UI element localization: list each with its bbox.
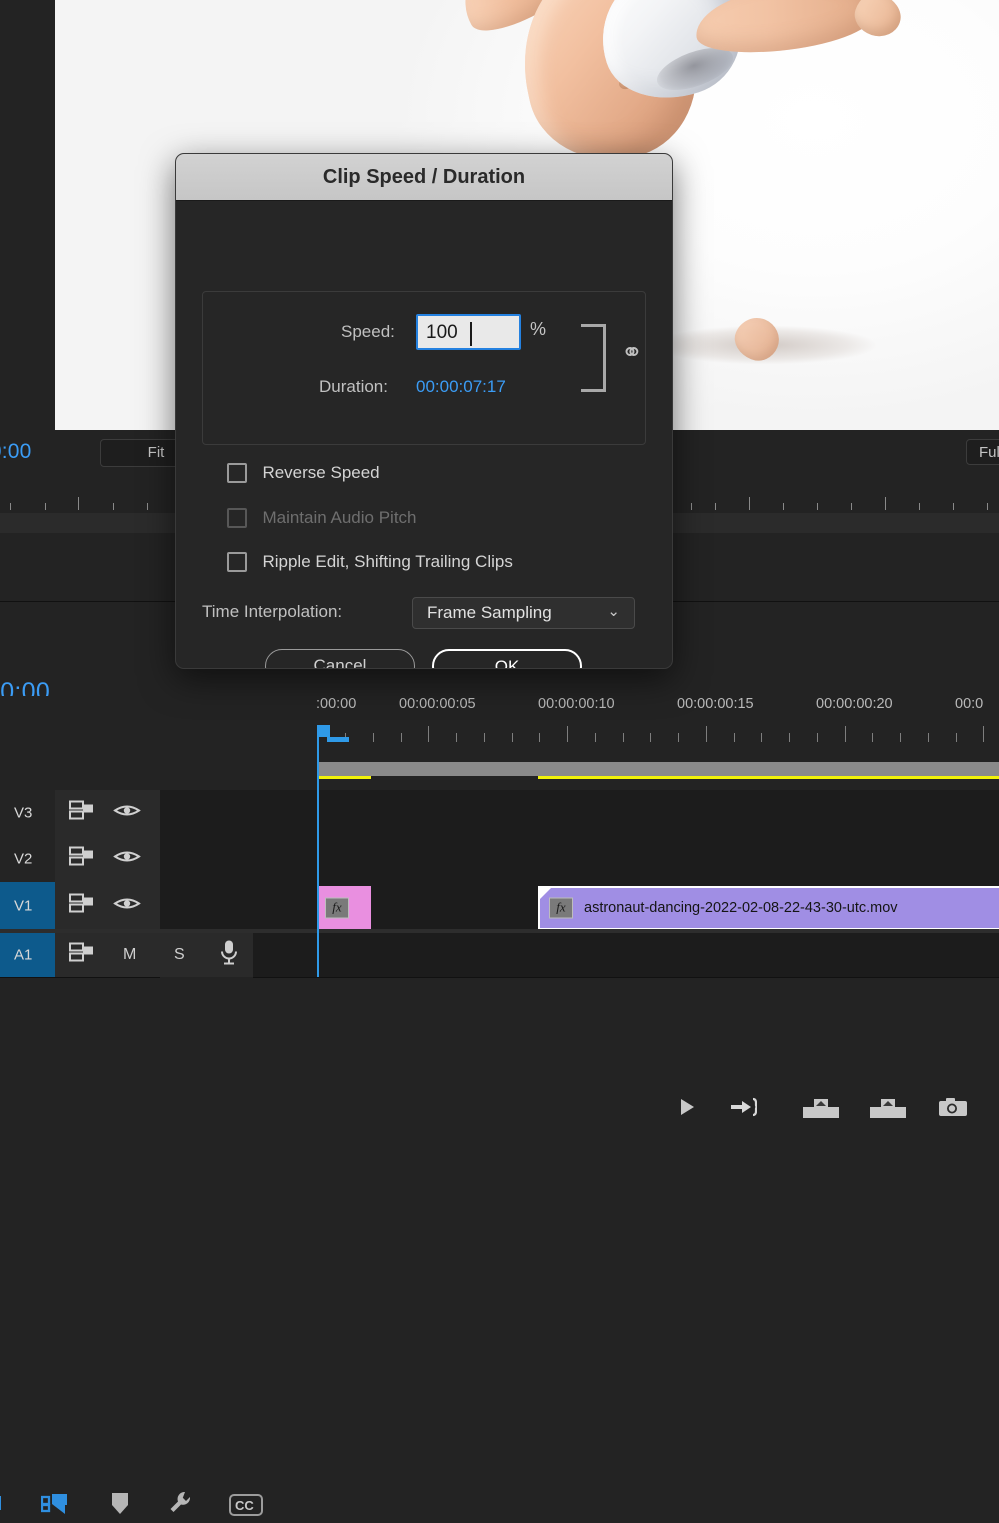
track-header-v3[interactable]: V3 <box>0 790 160 837</box>
track-body-v3[interactable] <box>160 790 999 837</box>
render-bar-segment <box>317 776 371 779</box>
closed-captions-icon[interactable]: CC <box>229 1494 263 1521</box>
time-interpolation-label: Time Interpolation: <box>202 602 343 621</box>
track-name-a1: A1 <box>14 946 33 964</box>
ruler-label: 00:00:00:10 <box>538 696 615 712</box>
speed-duration-group: Speed: 100 % Duration: 00:00:07:17 ⚭ <box>202 291 646 445</box>
text-caret <box>470 322 472 346</box>
ripple-edit-label: Ripple Edit, Shifting Trailing Clips <box>262 552 513 571</box>
link-bracket <box>581 324 606 392</box>
duration-value[interactable]: 00:00:07:17 <box>416 377 506 397</box>
reverse-speed-checkbox[interactable] <box>227 463 247 483</box>
track-lock-icon[interactable] <box>69 893 95 918</box>
toggle-output-eye-icon[interactable] <box>113 802 141 825</box>
ruler-label: 00:00:00:05 <box>399 696 476 712</box>
export-frame-to-out-icon[interactable] <box>729 1096 759 1123</box>
mute-track-button[interactable]: M <box>123 946 136 964</box>
track-lock-icon[interactable] <box>69 846 95 872</box>
dialog-title: Clip Speed / Duration <box>176 154 672 201</box>
playhead-handle[interactable] <box>317 725 351 752</box>
svg-text:CC: CC <box>235 1498 254 1513</box>
extract-icon[interactable] <box>866 1096 910 1125</box>
solo-track-button[interactable]: S <box>174 946 185 964</box>
track-header-v2[interactable]: V2 <box>0 836 160 883</box>
speed-input[interactable]: 100 <box>416 314 521 350</box>
playhead-line[interactable] <box>317 730 319 977</box>
timeline-toolbar: CC <box>0 744 300 1516</box>
left-panel-edge <box>0 0 55 430</box>
track-body-v1[interactable]: fx fx astronaut-dancing-2022-02-08-22-43… <box>160 882 999 930</box>
time-interpolation-row: Time Interpolation: Frame Sampling ⌄ <box>202 597 644 629</box>
clip-speed-duration-dialog: Clip Speed / Duration Speed: 100 % Durat… <box>175 153 673 669</box>
toggle-output-eye-icon[interactable] <box>113 894 141 917</box>
settings-wrench-icon[interactable] <box>168 1490 194 1521</box>
time-interpolation-select[interactable]: Frame Sampling ⌄ <box>412 597 635 629</box>
track-controls-v1 <box>55 882 160 929</box>
ripple-edit-checkbox[interactable] <box>227 552 247 572</box>
percent-label: % <box>530 319 547 339</box>
ripple-edit-checkbox-row[interactable]: Ripple Edit, Shifting Trailing Clips <box>227 552 513 572</box>
maintain-audio-pitch-checkbox <box>227 508 247 528</box>
track-name-v2: V2 <box>14 850 33 868</box>
track-controls-v3 <box>55 790 160 836</box>
clip-name-label: astronaut-dancing-2022-02-08-22-43-30-ut… <box>584 900 898 916</box>
linked-selection-icon[interactable] <box>0 1490 14 1521</box>
track-name-v1: V1 <box>14 897 33 914</box>
ok-button[interactable]: OK <box>432 649 582 668</box>
maintain-audio-pitch-checkbox-row: Maintain Audio Pitch <box>227 508 417 528</box>
ruler-label: 00:00:00:15 <box>677 696 754 712</box>
toggle-output-eye-icon[interactable] <box>113 848 141 871</box>
character-arm <box>728 311 786 367</box>
marker-icon[interactable] <box>109 1490 131 1521</box>
ruler-label: :00:00 <box>316 696 357 712</box>
duration-label: Duration: <box>319 377 388 396</box>
track-row-v1: V1 fx fx astronaut-dancing-2022-02-08-22… <box>0 882 999 930</box>
timeline-ruler[interactable]: :00:00 00:00:00:05 00:00:00:10 00:00:00:… <box>0 696 999 744</box>
track-header-v1[interactable]: V1 <box>0 882 160 930</box>
dialog-body: Speed: 100 % Duration: 00:00:07:17 ⚭ Rev… <box>176 201 672 668</box>
timeline-work-area-bar[interactable] <box>317 762 999 776</box>
track-row-v2: V2 <box>0 836 999 883</box>
play-icon[interactable] <box>676 1096 698 1123</box>
character-foot-right <box>849 0 907 43</box>
timeline-clip[interactable]: fx <box>317 886 371 930</box>
snap-icon[interactable] <box>40 1490 71 1523</box>
ruler-label: 00:0 <box>955 696 984 712</box>
maintain-audio-pitch-label: Maintain Audio Pitch <box>262 508 417 527</box>
fx-badge: fx <box>549 897 573 919</box>
fx-badge: fx <box>325 897 349 919</box>
track-name-v3: V3 <box>14 804 33 822</box>
render-bar-segment <box>538 776 999 779</box>
timeline-clip[interactable]: fx astronaut-dancing-2022-02-08-22-43-30… <box>538 886 999 930</box>
program-monitor-timecode[interactable]: 00:00 <box>0 440 32 464</box>
chevron-down-icon: ⌄ <box>607 603 620 620</box>
track-header-a1[interactable]: A1 M S <box>0 933 300 978</box>
speed-input-value: 100 <box>426 322 458 343</box>
track-lock-icon[interactable] <box>69 800 95 826</box>
voice-over-mic-icon[interactable] <box>218 940 240 971</box>
lift-icon[interactable] <box>801 1096 841 1125</box>
cancel-button[interactable]: Cancel <box>265 649 415 668</box>
track-lock-icon[interactable] <box>69 942 95 968</box>
track-body-v2[interactable] <box>160 836 999 883</box>
playback-resolution-select[interactable]: Ful <box>966 439 999 465</box>
ruler-label: 00:00:00:20 <box>816 696 893 712</box>
reverse-speed-checkbox-row[interactable]: Reverse Speed <box>227 463 380 483</box>
reverse-speed-label: Reverse Speed <box>262 463 380 482</box>
track-body-a1[interactable] <box>253 933 999 978</box>
track-row-v3: V3 <box>0 790 999 837</box>
track-row-a1: A1 M S <box>0 933 999 978</box>
track-controls-v2 <box>55 836 160 882</box>
export-frame-camera-icon[interactable] <box>938 1096 968 1123</box>
time-interpolation-value: Frame Sampling <box>427 603 552 622</box>
link-chain-icon[interactable]: ⚭ <box>621 340 643 366</box>
speed-label: Speed: <box>341 322 395 341</box>
